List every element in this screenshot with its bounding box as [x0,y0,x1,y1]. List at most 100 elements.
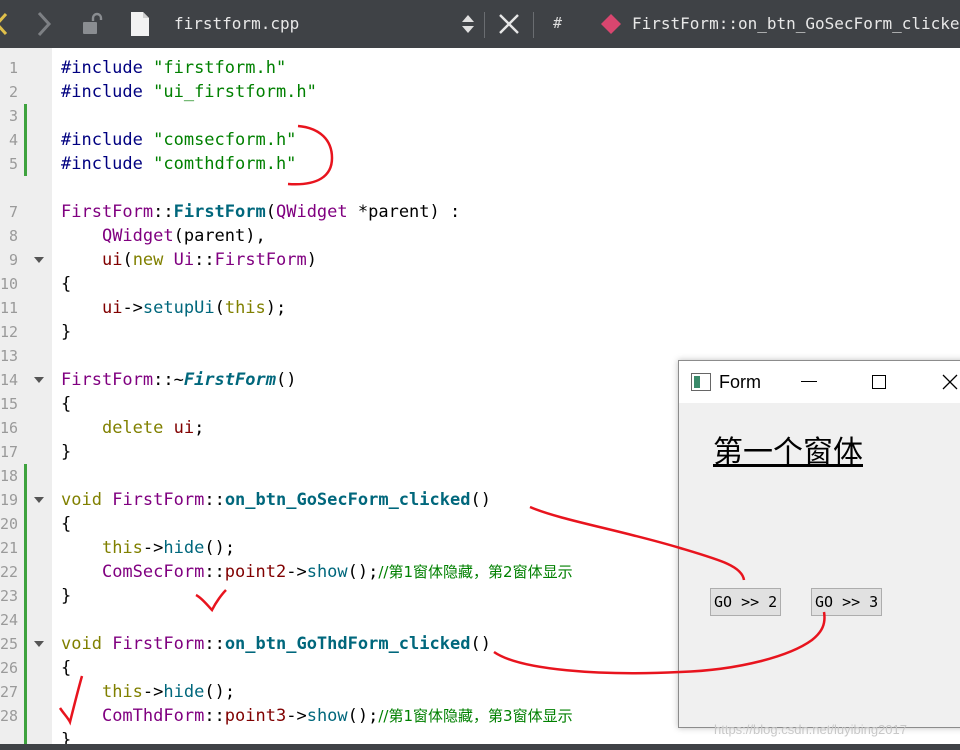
line-number: 1 [8,59,18,77]
code-text: ComSecForm::point2->show();//第1窗体隐藏，第2窗体… [101,562,573,582]
line-number: 9 [8,251,18,269]
line-number: 21 [0,539,19,557]
line-number: 26 [0,659,19,677]
modified-line-marker [24,656,27,680]
window-close-icon[interactable] [941,373,959,395]
code-text: #include "comthdform.h" [61,154,297,174]
editor-toolbar: firstform.cpp # FirstForm::on_btn_GoSecF… [0,0,960,48]
code-line: 4 #include "comsecform.h" [0,128,960,152]
modified-line-marker [24,680,27,704]
code-line: 3 [0,104,960,128]
line-number: 28 [0,707,19,725]
modified-line-marker [24,632,27,656]
line-number: 17 [0,443,19,461]
code-line: 7 FirstForm::FirstForm(QWidget *parent) … [0,200,960,224]
symbol-hash[interactable]: # [553,14,562,32]
line-number: 8 [8,227,18,245]
fold-arrow-icon[interactable] [34,497,44,503]
modified-line-marker [24,536,27,560]
form-window[interactable]: Form 第一个窗体 GO >> 2 GO >> 3 [678,360,960,728]
modified-line-marker [24,152,27,176]
code-text: { [61,514,72,534]
line-number: 27 [0,683,19,701]
toolbar-separator [533,12,534,38]
file-icon [126,0,154,48]
code-line: 9 ui(new Ui::FirstForm) [0,248,960,272]
code-text: #include "firstform.h" [61,58,287,78]
code-text: FirstForm::FirstForm(QWidget *parent) : [61,202,461,222]
code-text: { [61,394,72,414]
modified-line-marker [24,560,27,584]
modified-line-marker [24,104,27,128]
nav-back-icon[interactable] [0,0,8,48]
code-text: ComThdForm::point3->show();//第1窗体隐藏，第3窗体… [101,706,573,726]
line-number: 5 [8,155,18,173]
line-number: 22 [0,563,19,581]
line-number: 25 [0,635,19,653]
code-text: { [61,274,72,294]
line-number: 11 [0,299,19,317]
toolbar-separator [484,12,485,38]
code-text: ui->setupUi(this); [101,298,287,318]
open-file-name[interactable]: firstform.cpp [174,14,299,33]
line-number: 16 [0,419,19,437]
go-to-form3-button[interactable]: GO >> 3 [811,588,883,616]
code-line: 1 #include "firstform.h" [0,56,960,80]
close-document-icon[interactable] [494,0,524,48]
form-title-bar[interactable]: Form [679,361,960,403]
code-line: 2 #include "ui_firstform.h" [0,80,960,104]
lock-icon[interactable] [80,0,104,48]
line-number: 12 [0,323,19,341]
form-app-icon [691,373,711,391]
minimize-icon[interactable] [801,381,817,382]
line-number: 10 [0,275,19,293]
modified-line-marker [24,608,27,632]
watermark: https://blog.csdn.net/luyibing2017 [714,722,907,737]
code-text: } [61,322,72,342]
line-number: 20 [0,515,19,533]
form-heading-label: 第一个窗体 [713,435,863,470]
file-selector-updown-icon[interactable] [458,0,478,48]
code-text: ui(new Ui::FirstForm) [101,250,317,270]
code-line: 5 #include "comthdform.h" [0,152,960,176]
modified-line-marker [24,704,27,728]
modified-line-marker [24,464,27,488]
bottom-status-strip [0,744,960,750]
code-text: { [61,658,72,678]
line-number: 24 [0,611,19,629]
line-number: 18 [0,467,19,485]
fold-arrow-icon[interactable] [34,257,44,263]
modified-line-marker [24,512,27,536]
code-text: #include "ui_firstform.h" [61,82,317,102]
line-number: 15 [0,395,19,413]
modified-line-marker [24,128,27,152]
modified-line-marker [24,488,27,512]
code-line: 11 ui->setupUi(this); [0,296,960,320]
maximize-icon[interactable] [872,375,886,389]
function-symbol-icon [598,0,624,48]
line-number: 7 [8,203,18,221]
code-text: FirstForm::~FirstForm() [61,370,297,390]
fold-arrow-icon[interactable] [34,377,44,383]
line-number: 23 [0,587,19,605]
line-number: 2 [8,83,18,101]
code-text: } [61,442,72,462]
go-to-form2-button[interactable]: GO >> 2 [710,588,782,616]
code-text: delete ui; [101,418,205,438]
code-line: 8 QWidget(parent), [0,224,960,248]
line-number: 13 [0,347,19,365]
nav-forward-icon[interactable] [30,0,58,48]
current-function-selector[interactable]: FirstForm::on_btn_GoSecForm_clicked( [632,14,960,33]
line-number: 4 [8,131,18,149]
code-text: void FirstForm::on_btn_GoThdForm_clicked… [61,634,491,654]
line-number: 19 [0,491,19,509]
code-line: 10 { [0,272,960,296]
line-number: 14 [0,371,19,389]
line-number: 3 [8,107,18,125]
code-text: this->hide(); [101,682,236,702]
fold-arrow-icon[interactable] [34,641,44,647]
modified-line-marker [24,584,27,608]
code-text: } [61,586,72,606]
code-line: 12 } [0,320,960,344]
form-title: Form [719,372,761,392]
